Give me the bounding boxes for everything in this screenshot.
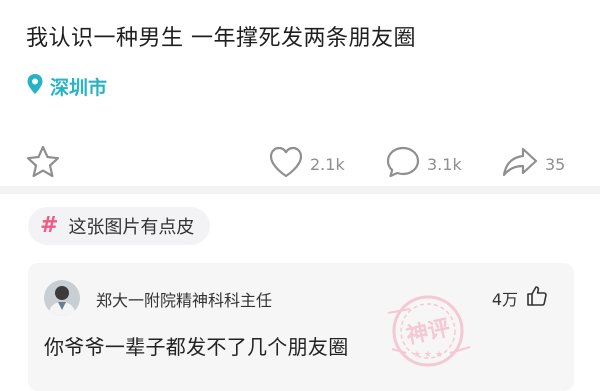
location-label: 深圳市 [50,76,108,99]
god-comment-stamp: 神评 ★ ★ ★ [380,283,476,379]
post-title: 我认识一种男生 一年撑死发两条朋友圈 [26,26,416,51]
thumbs-up-icon [526,285,548,311]
stamp-stars: ★ ★ ★ [413,350,443,360]
share-count: 35 [545,154,566,174]
heart-icon [268,145,304,183]
comment-bubble-icon [385,145,421,183]
comment-button[interactable]: 3.1k [385,142,462,186]
hashtag-icon: # [40,213,59,238]
action-bar: 2.1k 3.1k 35 [0,142,600,186]
stamp-text: 神评 [404,315,452,350]
share-button[interactable]: 35 [501,142,565,186]
avatar[interactable] [44,280,80,316]
section-divider [0,186,600,194]
topic-chip[interactable]: # 这张图片有点皮 [28,207,211,245]
like-button[interactable]: 2.1k [268,142,345,186]
comment-text: 你爷爷一辈子都发不了几个朋友圈 [44,335,349,359]
favorite-button[interactable] [24,142,62,186]
like-count: 2.1k [310,154,345,174]
share-arrow-icon [501,145,539,183]
comment-count: 3.1k [427,154,462,174]
top-comment-card[interactable]: 郑大一附院精神科科主任 4万 你爷爷一辈子都发不了几个朋友圈 神评 ★ ★ ★ [28,263,574,391]
star-icon [24,143,62,185]
comment-like-button[interactable]: 4万 [492,285,548,311]
topic-label: 这张图片有点皮 [68,217,195,238]
comment-username[interactable]: 郑大一附院精神科科主任 [96,287,272,311]
location-pin-icon [26,73,44,100]
comment-like-count: 4万 [491,290,518,309]
location-tag[interactable]: 深圳市 [26,72,107,100]
